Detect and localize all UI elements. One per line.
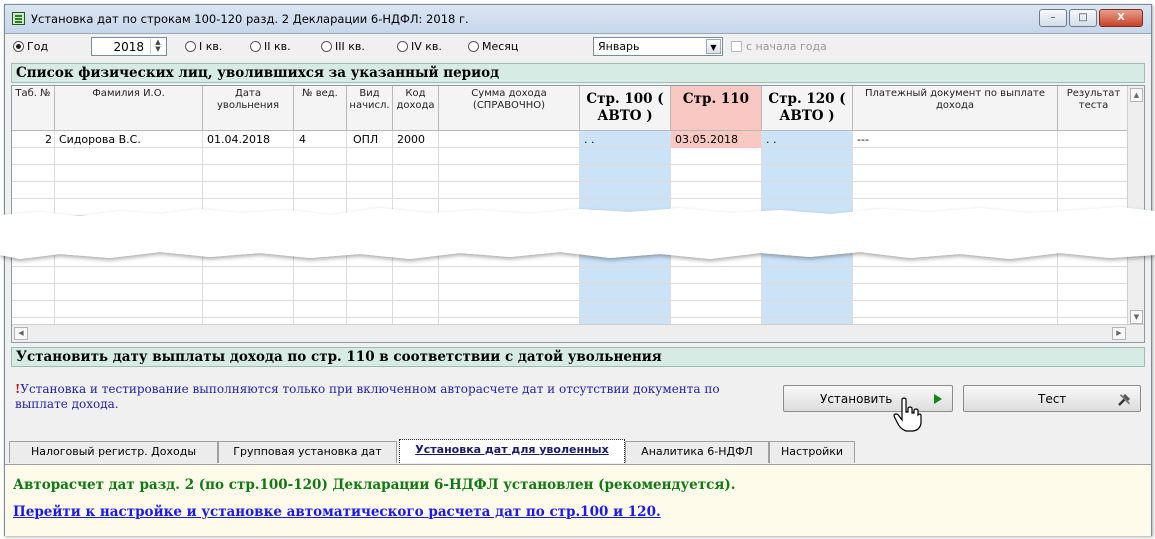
month-value: Январь xyxy=(598,40,640,53)
play-icon xyxy=(934,394,942,404)
torn-edge-overlay xyxy=(0,207,1155,259)
radio-month-label: Месяц xyxy=(482,40,519,53)
radio-q4[interactable]: IV кв. xyxy=(397,40,442,53)
status-panel: Авторасчет дат разд. 2 (по стр.100-120) … xyxy=(5,464,1151,536)
table-row-empty xyxy=(12,284,1130,301)
warning-text: Установка и тестирование выполняются тол… xyxy=(15,382,720,411)
col-header-sheet-no[interactable]: № вед. xyxy=(294,86,347,131)
col-header-name[interactable]: Фамилия И.О. xyxy=(55,86,203,131)
scroll-up-icon[interactable]: ▲ xyxy=(1130,88,1143,102)
radio-dot-icon xyxy=(321,41,332,52)
table-row-empty xyxy=(12,301,1130,318)
radio-q2-label: II кв. xyxy=(264,40,291,53)
spinner-arrows-icon[interactable]: ▲ ▼ xyxy=(150,39,165,54)
radio-q2[interactable]: II кв. xyxy=(250,40,291,53)
autocalc-settings-link[interactable]: Перейти к настройке и установке автомати… xyxy=(13,504,661,520)
tools-icon xyxy=(1118,394,1130,406)
cell-sheet-no[interactable]: 4 xyxy=(299,131,306,148)
cell-dismissal-date[interactable]: 01.04.2018 xyxy=(207,131,270,148)
col-header-accrual-type[interactable]: Вид начисл. xyxy=(347,86,393,131)
table-row-empty xyxy=(12,148,1130,165)
test-button[interactable]: Тест xyxy=(963,385,1141,412)
col-header-test-result[interactable]: Результат теста xyxy=(1058,86,1130,131)
cell-payment-doc[interactable]: --- xyxy=(857,131,869,148)
scroll-down-icon[interactable]: ▼ xyxy=(1130,310,1143,324)
period-toolbar: Год 2018 ▲ ▼ I кв. II кв. III кв. IV кв. … xyxy=(5,34,1151,60)
col-header-line100[interactable]: Стр. 100 ( АВТО ) xyxy=(580,86,671,131)
radio-q1-label: I кв. xyxy=(199,40,223,53)
checkbox-icon xyxy=(731,41,742,52)
list-section-header: Список физических лиц, уволившихся за ук… xyxy=(11,63,1145,83)
autocalc-status: Авторасчет дат разд. 2 (по стр.100-120) … xyxy=(13,477,736,493)
chevron-down-icon[interactable]: ▼ xyxy=(706,39,721,54)
radio-month[interactable]: Месяц xyxy=(468,40,518,53)
close-button[interactable]: X xyxy=(1099,9,1143,27)
minimize-button[interactable]: – xyxy=(1039,9,1067,27)
col-header-line120[interactable]: Стр. 120 ( АВТО ) xyxy=(762,86,853,131)
scroll-left-icon[interactable]: ◀ xyxy=(14,327,28,340)
table-row[interactable]: 2 Сидорова В.С. 01.04.2018 4 ОПЛ 2000 . … xyxy=(12,131,1130,148)
cell-line120[interactable]: . . xyxy=(766,131,777,148)
cell-accrual-type[interactable]: ОПЛ xyxy=(353,131,378,148)
radio-q1[interactable]: I кв. xyxy=(185,40,222,53)
from-year-start-label: с начала года xyxy=(746,40,827,53)
radio-dot-icon xyxy=(13,41,24,52)
year-value: 2018 xyxy=(113,40,144,54)
year-spinner[interactable]: 2018 ▲ ▼ xyxy=(91,37,167,56)
horizontal-scrollbar[interactable]: ◀ ▶ xyxy=(12,324,1144,342)
col-header-dismissal-date[interactable]: Дата увольнения xyxy=(203,86,294,131)
col-header-line110[interactable]: Стр. 110 xyxy=(671,86,762,131)
scroll-right-icon[interactable]: ▶ xyxy=(1112,327,1126,340)
table-row-empty xyxy=(12,165,1130,182)
hand-cursor-icon xyxy=(893,397,922,432)
cell-tab-no[interactable]: 2 xyxy=(12,131,52,148)
radio-q4-label: IV кв. xyxy=(411,40,442,53)
tab-tax-register[interactable]: Налоговый регистр. Доходы xyxy=(9,441,218,463)
warning-note: !Установка и тестирование выполняются то… xyxy=(15,382,775,412)
tab-analytics[interactable]: Аналитика 6-НДФЛ xyxy=(625,441,769,463)
radio-q3-label: III кв. xyxy=(335,40,365,53)
radio-dot-icon xyxy=(397,41,408,52)
title-bar: Установка дат по строкам 100-120 разд. 2… xyxy=(5,5,1151,34)
tab-group-dates[interactable]: Групповая установка дат xyxy=(218,441,397,463)
set-section-header: Установить дату выплаты дохода по стр. 1… xyxy=(11,347,1145,367)
radio-year[interactable]: Год xyxy=(13,40,48,53)
col-header-payment-doc[interactable]: Платежный документ по выплате дохода xyxy=(853,86,1058,131)
col-header-tab-no[interactable]: Таб. № xyxy=(12,86,55,131)
set-button[interactable]: Установить xyxy=(783,385,953,412)
test-button-label: Тест xyxy=(1038,392,1067,406)
app-icon xyxy=(12,12,25,25)
radio-dot-icon xyxy=(185,41,196,52)
col-header-income-sum[interactable]: Сумма дохода (СПРАВОЧНО) xyxy=(439,86,580,131)
cell-name[interactable]: Сидорова В.С. xyxy=(59,131,141,148)
tab-settings[interactable]: Настройки xyxy=(769,441,855,463)
tab-dismissed-dates[interactable]: Установка дат для уволенных xyxy=(399,439,625,463)
from-year-start-checkbox[interactable]: с начала года xyxy=(731,40,827,53)
window-title: Установка дат по строкам 100-120 разд. 2… xyxy=(31,12,469,26)
set-button-label: Установить xyxy=(820,392,893,406)
radio-dot-icon xyxy=(468,41,479,52)
cell-line110[interactable]: 03.05.2018 xyxy=(671,131,761,148)
cell-income-code[interactable]: 2000 xyxy=(397,131,425,148)
cell-line100[interactable]: . . xyxy=(584,131,595,148)
month-select[interactable]: Январь ▼ xyxy=(593,37,723,56)
maximize-button[interactable]: □ xyxy=(1069,9,1097,27)
col-header-income-code[interactable]: Код дохода xyxy=(393,86,439,131)
radio-q3[interactable]: III кв. xyxy=(321,40,365,53)
radio-year-label: Год xyxy=(27,40,49,53)
radio-dot-icon xyxy=(250,41,261,52)
